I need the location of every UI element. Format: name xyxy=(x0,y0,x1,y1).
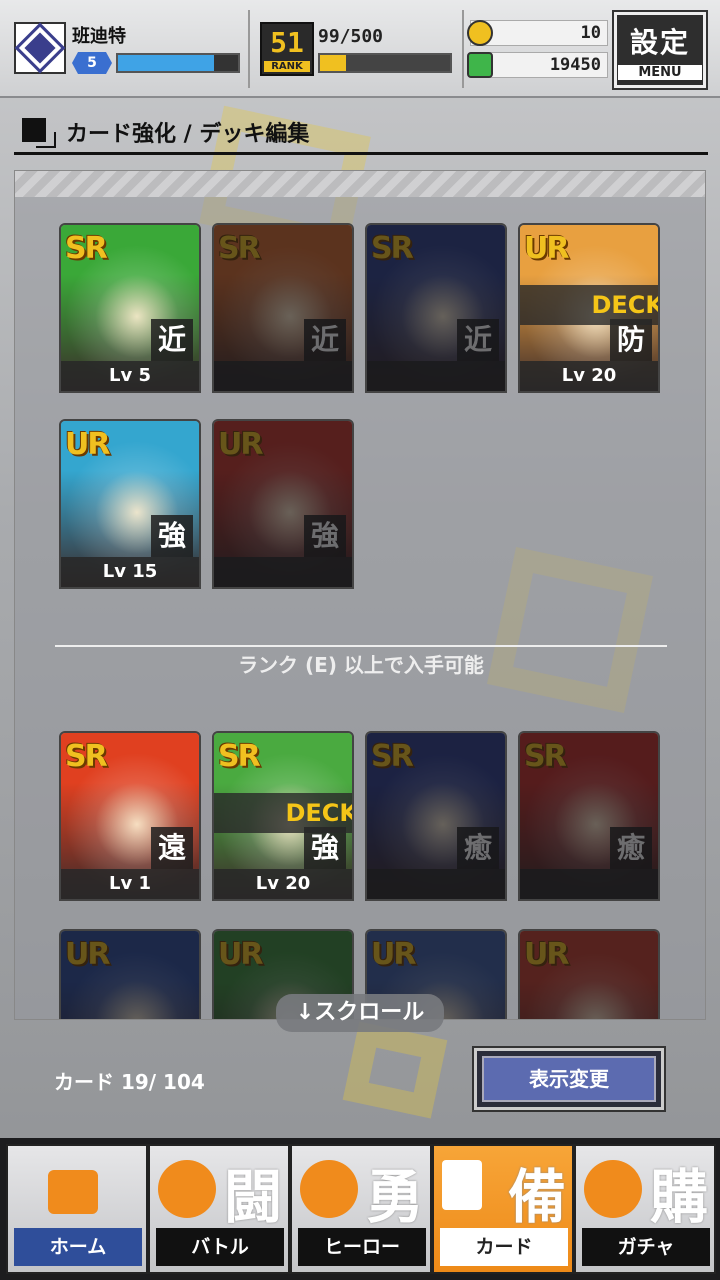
gamepad-icon xyxy=(158,1160,216,1218)
stamina-bar-fill xyxy=(320,55,346,71)
deck-tag: DECK xyxy=(214,793,352,833)
header-underline xyxy=(14,152,708,155)
gacha-icon xyxy=(584,1160,642,1218)
card-tile[interactable]: UR強 xyxy=(212,419,354,589)
card-tile[interactable]: SR 近 Lv 5 xyxy=(59,223,201,393)
deck-tag: DECK xyxy=(520,285,658,325)
card-locked-overlay xyxy=(214,421,352,587)
card-locked-overlay xyxy=(214,225,352,391)
card-rarity: SR xyxy=(65,231,108,266)
card-type-badge: 強 xyxy=(151,515,193,557)
coin-value: 10 xyxy=(580,23,601,43)
menu-button[interactable]: 設定 MENU xyxy=(612,10,708,90)
background-pattern xyxy=(342,1021,448,1119)
exp-bar xyxy=(116,53,240,73)
card-rarity: UR xyxy=(65,427,110,462)
nav-item-home[interactable]: ホーム xyxy=(6,1144,148,1274)
card-rarity: SR xyxy=(218,739,261,774)
nav-kanji: 闘 xyxy=(223,1163,282,1231)
display-change-label: 表示変更 xyxy=(482,1056,656,1102)
card-locked-overlay xyxy=(520,931,658,1019)
card-rarity: SR xyxy=(65,739,108,774)
gem-counter: 19450 xyxy=(467,52,608,78)
card-tile[interactable]: UR xyxy=(518,929,660,1019)
top-status-bar: 班迪特 5 51 RANK 99/500 10 19450 設定 MENU xyxy=(0,0,720,98)
card-level: Lv 20 xyxy=(520,361,658,391)
nav-kanji: 勇 xyxy=(365,1163,424,1231)
bottom-navigation: ホーム闘バトル勇ヒーロー備カード購ガチャ xyxy=(0,1138,720,1280)
app-screen: { "player": { "name": "班迪特", "level": "5… xyxy=(0,0,720,1280)
rank-icon: 51 RANK xyxy=(260,22,314,76)
card-tile[interactable]: SR近 xyxy=(365,223,507,393)
nav-label: ホーム xyxy=(14,1228,142,1266)
card-type-badge: 遠 xyxy=(151,827,193,869)
hero-icon xyxy=(300,1160,358,1218)
nav-item-gacha[interactable]: 購ガチャ xyxy=(574,1144,716,1274)
exp-bar-fill xyxy=(118,55,214,71)
coin-counter: 10 xyxy=(467,20,608,46)
rank-label: RANK xyxy=(264,61,310,72)
card-level: Lv 20 xyxy=(214,869,352,899)
card-locked-overlay xyxy=(520,733,658,899)
card-type-badge: 近 xyxy=(151,319,193,361)
stamina-text: 99/500 xyxy=(318,26,384,47)
rank-number: 51 xyxy=(270,26,304,59)
menu-kanji: 設定 xyxy=(629,25,690,59)
divider xyxy=(248,10,250,88)
nav-kanji: 購 xyxy=(649,1163,708,1231)
card-level: Lv 5 xyxy=(61,361,199,391)
player-avatar[interactable] xyxy=(14,22,66,74)
card-type-badge: 防 xyxy=(610,319,652,361)
card-tile[interactable]: SR癒 xyxy=(365,731,507,901)
return-arrow-icon xyxy=(48,1170,98,1214)
card-tile[interactable]: SR 遠 Lv 1 xyxy=(59,731,201,901)
nav-kanji: 備 xyxy=(507,1163,566,1231)
nav-item-battle[interactable]: 闘バトル xyxy=(148,1144,290,1274)
card-level: Lv 15 xyxy=(61,557,199,587)
card-rarity: UR xyxy=(524,231,569,266)
card-deck-icon xyxy=(442,1160,482,1210)
panel-stripe xyxy=(15,171,705,197)
card-tile[interactable]: UR 防 Lv 20 DECK xyxy=(518,223,660,393)
card-locked-overlay xyxy=(367,225,505,391)
card-list-panel[interactable]: SR近Lv 5SR近SR近UR防Lv 20DECKUR強Lv 15UR強 ランク… xyxy=(14,170,706,1020)
nav-label: バトル xyxy=(156,1228,284,1266)
header-bracket-icon xyxy=(36,132,56,148)
card-tile[interactable]: SR近 xyxy=(212,223,354,393)
stamina-bar xyxy=(318,53,452,73)
nav-item-card[interactable]: 備カード xyxy=(432,1144,574,1274)
divider xyxy=(462,10,464,88)
rank-requirement-note: ランク (E) 以上で入手可能 xyxy=(238,653,484,677)
player-name: 班迪特 xyxy=(72,26,126,47)
menu-label: MENU xyxy=(618,64,702,80)
card-type-badge: 強 xyxy=(304,827,346,869)
coin-icon xyxy=(467,20,493,46)
section-header: カード強化 / デッキ編集 xyxy=(14,112,708,160)
gem-icon xyxy=(467,52,493,78)
nav-label: ヒーロー xyxy=(298,1228,426,1266)
player-level-badge: 5 xyxy=(72,52,112,74)
card-level: Lv 1 xyxy=(61,869,199,899)
avatar-emblem-icon xyxy=(14,22,66,74)
card-tile[interactable]: UR 強 Lv 15 xyxy=(59,419,201,589)
card-tile[interactable]: UR xyxy=(59,929,201,1019)
gem-value: 19450 xyxy=(549,55,601,75)
nav-item-hero[interactable]: 勇ヒーロー xyxy=(290,1144,432,1274)
scroll-hint: ↓スクロール xyxy=(276,994,444,1032)
rank-divider xyxy=(55,645,667,647)
card-count: カード 19/ 104 xyxy=(54,1070,205,1094)
card-locked-overlay xyxy=(61,931,199,1019)
card-tile[interactable]: SR癒 xyxy=(518,731,660,901)
display-change-button[interactable]: 表示変更 xyxy=(472,1046,666,1112)
nav-label: ガチャ xyxy=(582,1228,710,1266)
page-title: カード強化 / デッキ編集 xyxy=(66,122,310,147)
card-tile[interactable]: SR 強 Lv 20 DECK xyxy=(212,731,354,901)
nav-label: カード xyxy=(440,1228,568,1266)
card-locked-overlay xyxy=(367,733,505,899)
